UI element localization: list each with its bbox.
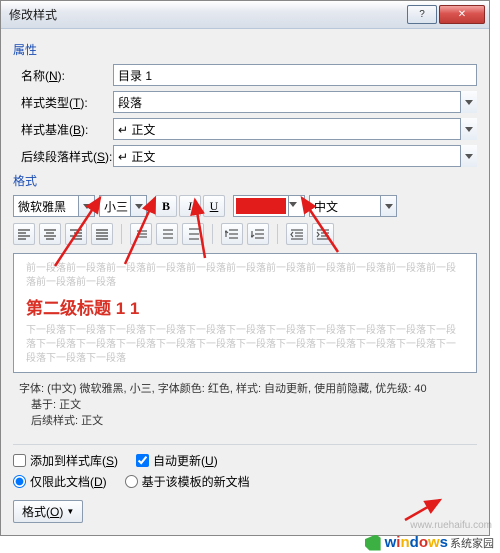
- row-following: 后续段落样式(S): ↵ 正文: [13, 145, 477, 167]
- line-spacing-1-button[interactable]: [130, 223, 152, 245]
- biu-group: B I U: [155, 195, 225, 217]
- watermark-text: windows系统家园: [385, 534, 494, 551]
- label-basedon: 样式基准(B):: [13, 121, 113, 138]
- size-select[interactable]: 小三: [99, 195, 147, 217]
- line-spacing-2-button[interactable]: [182, 223, 204, 245]
- color-swatch: [236, 198, 286, 214]
- row-styletype: 样式类型(T): 段落: [13, 91, 477, 113]
- row-name: 名称(N): 目录 1: [13, 64, 477, 86]
- preview-main-text: 第二级标题 1 1: [26, 294, 464, 319]
- dialog-body: 属性 名称(N): 目录 1 样式类型(T): 段落 样式基准(B): ↵ 正文…: [1, 29, 489, 535]
- basedon-select[interactable]: ↵ 正文: [113, 118, 477, 140]
- indent-inc-button[interactable]: [312, 223, 334, 245]
- this-doc-radio[interactable]: 仅限此文档(D): [13, 473, 107, 490]
- indent-dec-button[interactable]: [286, 223, 308, 245]
- window-buttons: ? ✕: [407, 5, 485, 24]
- bottom-row: 格式(O)▼: [13, 500, 477, 523]
- preview-gray-before: 前一段落前一段落前一段落前一段落前一段落前一段落前一段落前一段落前一段落前一段落…: [26, 262, 464, 290]
- language-select[interactable]: 中文: [309, 195, 397, 217]
- underline-button[interactable]: U: [203, 195, 225, 217]
- preview-box: 前一段落前一段落前一段落前一段落前一段落前一段落前一段落前一段落前一段落前一段落…: [13, 253, 477, 373]
- help-button[interactable]: ?: [407, 5, 437, 24]
- line-spacing-15-button[interactable]: [156, 223, 178, 245]
- separator-line: [13, 444, 477, 445]
- separator: [212, 224, 213, 244]
- titlebar: 修改样式 ? ✕: [1, 1, 489, 29]
- label-following: 后续段落样式(S):: [13, 148, 113, 165]
- format-row-2: [13, 223, 477, 245]
- watermark: windows系统家园: [365, 534, 494, 551]
- italic-button[interactable]: I: [179, 195, 201, 217]
- desc-line-2: 基于: 正文: [19, 397, 471, 413]
- dialog-title: 修改样式: [9, 6, 407, 23]
- align-right-button[interactable]: [65, 223, 87, 245]
- bold-button[interactable]: B: [155, 195, 177, 217]
- radio-row: 仅限此文档(D) 基于该模板的新文档: [13, 473, 477, 490]
- section-properties: 属性: [13, 41, 477, 58]
- chevron-down-icon: [380, 196, 396, 216]
- windows-logo-icon: [365, 535, 381, 551]
- watermark-url: www.ruehaifu.com: [410, 520, 492, 531]
- format-menu-button[interactable]: 格式(O)▼: [13, 500, 83, 523]
- label-name: 名称(N):: [13, 67, 113, 84]
- para-space-dec-button[interactable]: [247, 223, 269, 245]
- chevron-down-icon: [460, 91, 477, 113]
- style-description: 字体: (中文) 微软雅黑, 小三, 字体颜色: 红色, 样式: 自动更新, 使…: [13, 373, 477, 437]
- close-button[interactable]: ✕: [439, 5, 485, 24]
- font-color-picker[interactable]: [233, 195, 305, 217]
- checkbox-row: 添加到样式库(S) 自动更新(U): [13, 452, 477, 469]
- row-basedon: 样式基准(B): ↵ 正文: [13, 118, 477, 140]
- desc-line-3: 后续样式: 正文: [19, 413, 471, 429]
- preview-gray-after: 下一段落下一段落下一段落下一段落下一段落下一段落下一段落下一段落下一段落下一段落…: [26, 324, 464, 366]
- chevron-down-icon: [130, 196, 146, 216]
- chevron-down-icon: [460, 118, 477, 140]
- font-select[interactable]: 微软雅黑: [13, 195, 95, 217]
- name-input[interactable]: 目录 1: [113, 64, 477, 86]
- chevron-down-icon: [78, 196, 94, 216]
- following-select[interactable]: ↵ 正文: [113, 145, 477, 167]
- align-justify-button[interactable]: [91, 223, 113, 245]
- align-left-button[interactable]: [13, 223, 35, 245]
- label-styletype: 样式类型(T):: [13, 94, 113, 111]
- auto-update-checkbox[interactable]: 自动更新(U): [136, 452, 218, 469]
- chevron-down-icon: [460, 145, 477, 167]
- add-to-library-checkbox[interactable]: 添加到样式库(S): [13, 452, 118, 469]
- template-radio[interactable]: 基于该模板的新文档: [125, 473, 250, 490]
- modify-style-dialog: 修改样式 ? ✕ 属性 名称(N): 目录 1 样式类型(T): 段落 样式基准…: [0, 0, 490, 536]
- desc-line-1: 字体: (中文) 微软雅黑, 小三, 字体颜色: 红色, 样式: 自动更新, 使…: [19, 381, 471, 397]
- styletype-select[interactable]: 段落: [113, 91, 477, 113]
- format-row-1: 微软雅黑 小三 B I U 中文: [13, 195, 477, 217]
- section-format: 格式: [13, 172, 477, 189]
- chevron-down-icon: [288, 196, 304, 216]
- para-space-inc-button[interactable]: [221, 223, 243, 245]
- align-center-button[interactable]: [39, 223, 61, 245]
- chevron-down-icon: ▼: [66, 507, 74, 516]
- separator: [277, 224, 278, 244]
- separator: [121, 224, 122, 244]
